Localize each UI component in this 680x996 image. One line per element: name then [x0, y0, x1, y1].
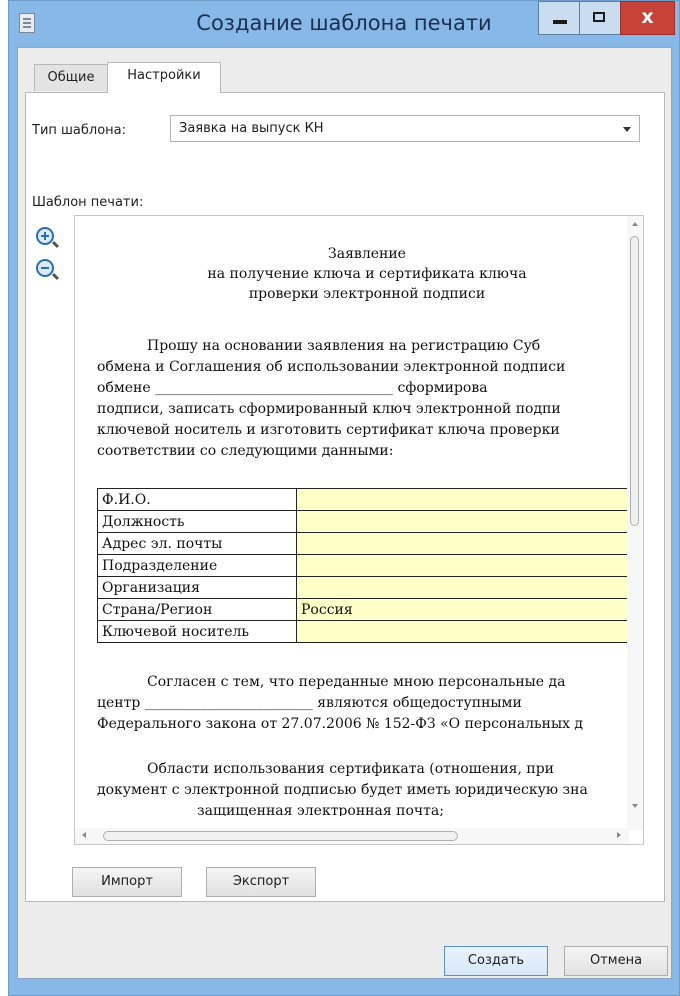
document-page: Заявление на получение ключа и сертифика… — [97, 246, 637, 816]
doc-paragraph-line: Прошу на основании заявления на регистра… — [147, 338, 541, 354]
doc-paragraph-line: Федерального закона от 27.07.2006 № 152-… — [97, 716, 584, 732]
close-icon: x — [641, 6, 654, 28]
title-bar[interactable]: Создание шаблона печати x — [9, 1, 679, 45]
tab-settings[interactable]: Настройки — [107, 62, 221, 93]
table-cell-value[interactable]: Россия — [296, 598, 637, 621]
table-cell-value[interactable] — [296, 510, 637, 533]
vertical-scrollbar[interactable] — [627, 216, 643, 830]
doc-heading-2: на получение ключа и сертификата ключа — [207, 266, 527, 282]
vertical-scroll-thumb[interactable] — [630, 236, 639, 526]
scroll-up-icon[interactable] — [632, 222, 638, 226]
doc-paragraph-line: соответствии со следующими данными: — [97, 443, 394, 459]
table-cell-key: Ключевой носитель — [97, 620, 297, 643]
table-row: Должность — [97, 510, 637, 533]
export-button[interactable]: Экспорт — [206, 867, 316, 897]
table-cell-key: Адрес эл. почты — [97, 532, 297, 555]
close-button[interactable]: x — [620, 1, 675, 35]
template-type-select[interactable]: Заявка на выпуск КН — [170, 115, 640, 142]
table-cell-key: Подразделение — [97, 554, 297, 577]
doc-paragraph-line: Согласен с тем, что переданные мною перс… — [147, 674, 566, 690]
dialog-client-area: Общие Настройки Тип шаблона: Заявка на в… — [17, 47, 672, 979]
table-row: Страна/Регион Россия — [97, 598, 637, 621]
maximize-button[interactable] — [579, 1, 621, 35]
doc-paragraph-line: Области использования сертификата (отнош… — [147, 761, 555, 777]
create-button[interactable]: Создать — [444, 946, 548, 976]
cancel-button[interactable]: Отмена — [564, 946, 668, 976]
scroll-right-icon[interactable] — [617, 832, 621, 838]
table-cell-key: Страна/Регион — [97, 598, 297, 621]
template-type-label: Тип шаблона: — [32, 123, 127, 138]
table-row: Ключевой носитель — [97, 620, 637, 643]
doc-paragraph-line: обмене _________________________________… — [97, 380, 488, 396]
table-row: Ф.И.О. — [97, 488, 637, 511]
zoom-in-icon[interactable] — [36, 227, 60, 249]
table-row: Организация — [97, 576, 637, 599]
print-template-label: Шаблон печати: — [32, 195, 144, 210]
table-cell-value[interactable] — [296, 488, 637, 511]
table-cell-value[interactable] — [296, 576, 637, 599]
scroll-left-icon[interactable] — [82, 832, 86, 838]
doc-heading-1: Заявление — [328, 246, 406, 262]
table-cell-value[interactable] — [296, 620, 637, 643]
table-row: Подразделение — [97, 554, 637, 577]
table-cell-key: Организация — [97, 576, 297, 599]
table-cell-value[interactable] — [296, 554, 637, 577]
doc-paragraph-line: центр ________________________ являются … — [97, 695, 522, 711]
dialog-window: Создание шаблона печати x Общие Настройк… — [8, 0, 680, 996]
tab-general[interactable]: Общие — [34, 64, 108, 91]
template-type-value: Заявка на выпуск КН — [179, 121, 324, 136]
doc-heading-3: проверки электронной подписи — [248, 286, 486, 302]
doc-paragraph-line: обмена и Соглашения об использовании эле… — [97, 359, 566, 375]
table-row: Адрес эл. почты — [97, 532, 637, 555]
personal-data-table: Ф.И.О. Должность Адрес эл. почты Подразд… — [97, 488, 637, 643]
zoom-out-icon[interactable] — [36, 259, 60, 281]
settings-panel: Тип шаблона: Заявка на выпуск КН Шаблон … — [25, 92, 665, 902]
table-cell-key: Ф.И.О. — [97, 488, 297, 511]
horizontal-scroll-thumb[interactable] — [103, 831, 458, 841]
doc-paragraph-line: ключевой носитель и изготовить сертифика… — [97, 422, 560, 438]
chevron-down-icon[interactable] — [623, 127, 631, 132]
scroll-down-icon[interactable] — [632, 804, 638, 808]
import-button[interactable]: Импорт — [72, 867, 182, 897]
table-cell-value[interactable] — [296, 532, 637, 555]
table-cell-key: Должность — [97, 510, 297, 533]
template-preview[interactable]: Заявление на получение ключа и сертифика… — [74, 215, 644, 845]
minimize-button[interactable] — [538, 1, 580, 35]
doc-paragraph-line: защищенная электронная почта; — [197, 803, 444, 816]
horizontal-scrollbar[interactable] — [75, 828, 629, 844]
doc-paragraph-line: документ с электронной подписью будет им… — [97, 782, 588, 798]
doc-paragraph-line: подписи, записать сформированный ключ эл… — [97, 401, 561, 417]
